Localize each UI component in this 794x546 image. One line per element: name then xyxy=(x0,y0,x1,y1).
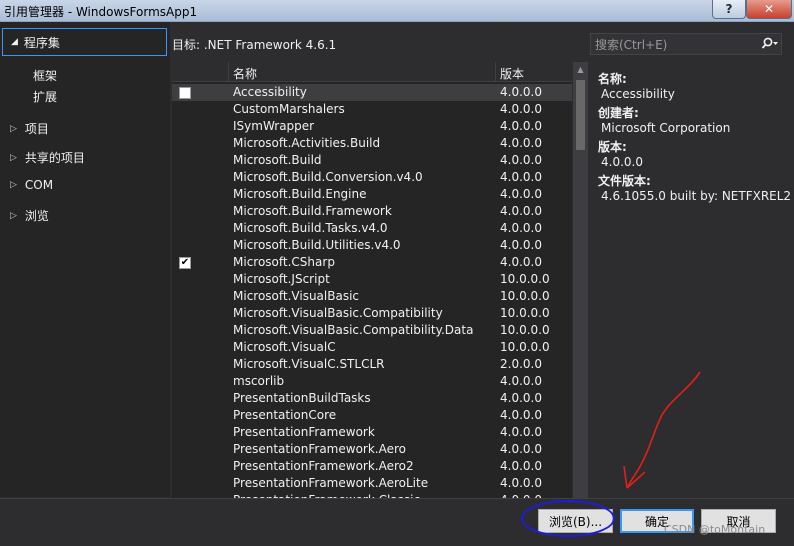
watermark: CSDN @toMontain xyxy=(664,523,766,536)
annotation-arrow xyxy=(623,371,701,489)
